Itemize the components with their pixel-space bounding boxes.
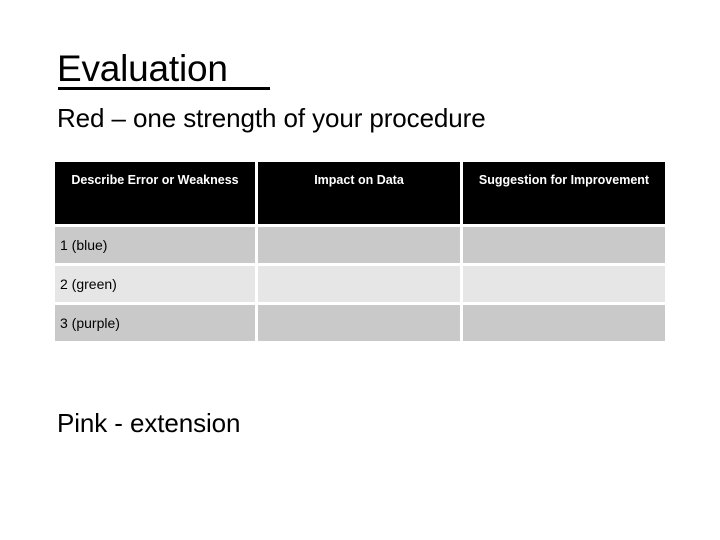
table-cell-row3-col1[interactable]: 3 (purple): [55, 305, 255, 341]
slide-canvas: Evaluation Red – one strength of your pr…: [0, 0, 720, 540]
evaluation-table: Describe Error or Weakness Impact on Dat…: [55, 162, 665, 341]
column-header-describe-error-or-weakness: Describe Error or Weakness: [55, 162, 255, 224]
column-header-suggestion-for-improvement: Suggestion for Improvement: [463, 162, 665, 224]
table-header-row: Describe Error or Weakness Impact on Dat…: [55, 162, 665, 224]
table-cell-row1-col3[interactable]: [463, 227, 665, 263]
page-title: Evaluation: [57, 48, 228, 89]
table-row: 2 (green): [55, 266, 665, 302]
title-underline: [58, 87, 270, 90]
table-cell-row3-col2[interactable]: [258, 305, 460, 341]
column-header-impact-on-data: Impact on Data: [258, 162, 460, 224]
table-cell-row2-col2[interactable]: [258, 266, 460, 302]
table-cell-row1-col1[interactable]: 1 (blue): [55, 227, 255, 263]
slide-subtitle: Red – one strength of your procedure: [57, 103, 486, 133]
table-cell-row2-col3[interactable]: [463, 266, 665, 302]
table-cell-row2-col1[interactable]: 2 (green): [55, 266, 255, 302]
table-cell-row1-col2[interactable]: [258, 227, 460, 263]
table-cell-row3-col3[interactable]: [463, 305, 665, 341]
footer-note: Pink - extension: [57, 408, 241, 438]
table-row: 3 (purple): [55, 305, 665, 341]
table-row: 1 (blue): [55, 227, 665, 263]
